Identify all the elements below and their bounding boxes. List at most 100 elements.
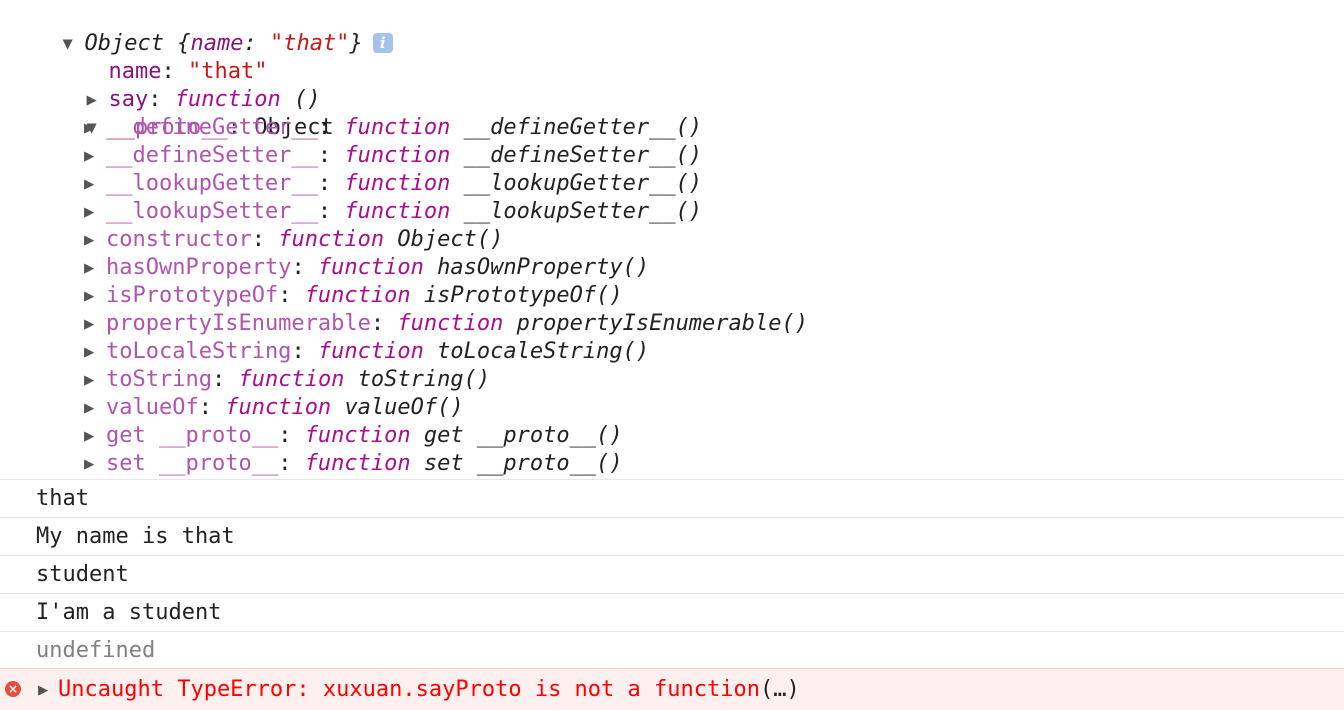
proto-entry-row[interactable]: ▶ valueOf: function valueOf() <box>84 394 464 422</box>
collapse-triangle-icon[interactable]: ▶ <box>84 142 106 170</box>
log-text: I'am a student <box>36 600 222 625</box>
function-signature: set __proto__() <box>423 451 623 476</box>
function-keyword: function <box>397 311 504 336</box>
collapse-triangle-icon[interactable]: ▶ <box>84 114 106 142</box>
function-keyword: function <box>317 339 424 364</box>
proto-entry-separator: : <box>198 395 226 420</box>
collapse-triangle-icon[interactable]: ▶ <box>84 310 106 338</box>
proto-entry-row[interactable]: ▶ hasOwnProperty: function hasOwnProperty… <box>84 254 649 282</box>
console-log-line: undefined <box>0 631 1344 669</box>
console-log-line: student <box>0 555 1344 593</box>
proto-node[interactable]: ▼ __proto__: Object <box>60 86 334 140</box>
proto-entry-separator: : <box>251 227 279 252</box>
collapse-triangle-icon[interactable]: ▶ <box>84 366 106 394</box>
function-keyword: function <box>225 395 332 420</box>
function-keyword: function <box>304 423 411 448</box>
error-message: Uncaught TypeError: xuxuan.sayProto is n… <box>58 677 760 702</box>
proto-entry-row[interactable]: ▶ get __proto__: function get __proto__() <box>84 422 623 450</box>
proto-entry-key: get __proto__ <box>106 423 279 448</box>
proto-entry-separator: : <box>278 283 305 308</box>
object-header-suffix: } <box>349 31 363 56</box>
function-keyword: function <box>344 115 451 140</box>
function-signature: __defineGetter__() <box>463 115 703 140</box>
proto-entry-separator: : <box>291 339 318 364</box>
proto-entry-key: toLocaleString <box>106 339 292 364</box>
proto-entry-key: __defineSetter__ <box>106 143 318 168</box>
collapse-triangle-icon[interactable]: ▶ <box>84 282 106 310</box>
error-stack-toggle[interactable]: (…) <box>760 677 800 702</box>
proto-entry-key: constructor <box>106 227 252 252</box>
proto-entry-key: toString <box>106 367 212 392</box>
proto-entry-key: hasOwnProperty <box>106 255 292 280</box>
function-keyword: function <box>317 255 424 280</box>
function-signature: isPrototypeOf() <box>423 283 623 308</box>
proto-entry-separator: : <box>317 143 345 168</box>
proto-entry-row[interactable]: ▶ isPrototypeOf: function isPrototypeOf() <box>84 282 623 310</box>
proto-entry-row[interactable]: ▶ __defineGetter__: function __defineGett… <box>84 114 702 142</box>
proto-entry-separator: : <box>278 423 305 448</box>
console-log-line: that <box>0 479 1344 517</box>
log-text-undefined: undefined <box>36 638 156 663</box>
function-signature: __lookupGetter__() <box>463 171 703 196</box>
error-message-group: Uncaught TypeError: xuxuan.sayProto is n… <box>58 669 800 710</box>
collapse-triangle-icon[interactable]: ▶ <box>84 450 106 478</box>
proto-entry-row[interactable]: ▶ __defineSetter__: function __defineSett… <box>84 142 702 170</box>
log-text: that <box>36 486 89 511</box>
collapse-triangle-icon[interactable]: ▶ <box>84 198 106 226</box>
function-signature: hasOwnProperty() <box>437 255 650 280</box>
function-keyword: function <box>344 199 451 224</box>
function-keyword: function <box>278 227 385 252</box>
function-keyword: function <box>304 451 411 476</box>
function-signature: toString() <box>357 367 491 392</box>
proto-entry-separator: : <box>211 367 239 392</box>
proto-entry-key: __lookupGetter__ <box>106 171 318 196</box>
function-signature: valueOf() <box>344 395 464 420</box>
function-signature: propertyIsEnumerable() <box>516 311 809 336</box>
error-icon: × <box>5 681 21 697</box>
log-text: My name is that <box>36 524 235 549</box>
collapse-triangle-icon[interactable]: ▶ <box>84 338 106 366</box>
function-keyword: function <box>238 367 345 392</box>
proto-entry-row[interactable]: ▶ __lookupSetter__: function __lookupSett… <box>84 198 702 226</box>
proto-entry-key: set __proto__ <box>106 451 279 476</box>
collapse-triangle-icon[interactable]: ▶ <box>84 170 106 198</box>
proto-entry-key: isPrototypeOf <box>106 283 279 308</box>
collapse-triangle-icon[interactable]: ▶ <box>84 254 106 282</box>
proto-entry-row[interactable]: ▶ constructor: function Object() <box>84 226 503 254</box>
collapse-triangle-icon[interactable]: ▶ <box>84 422 106 450</box>
function-signature: __defineSetter__() <box>463 143 703 168</box>
proto-entry-key: __defineGetter__ <box>106 115 318 140</box>
function-signature: get __proto__() <box>423 423 623 448</box>
proto-entry-row[interactable]: ▶ propertyIsEnumerable: function property… <box>84 310 808 338</box>
function-signature: toLocaleString() <box>437 339 650 364</box>
object-header[interactable]: ▼ Object {name: "that"} i <box>36 2 393 56</box>
function-keyword: function <box>344 171 451 196</box>
function-keyword: function <box>344 143 451 168</box>
collapse-triangle-icon[interactable]: ▶ <box>84 394 106 422</box>
proto-entry-separator: : <box>317 115 345 140</box>
console-log-line: My name is that <box>0 517 1344 555</box>
proto-entry-separator: : <box>317 171 345 196</box>
property-row-say[interactable]: ▶ say: function () <box>60 58 321 112</box>
function-signature: Object() <box>397 227 504 252</box>
proto-entry-separator: : <box>370 311 398 336</box>
proto-entry-separator: : <box>278 451 305 476</box>
proto-entry-row[interactable]: ▶ set __proto__: function set __proto__() <box>84 450 623 478</box>
proto-entry-separator: : <box>317 199 345 224</box>
proto-entry-row[interactable]: ▶ __lookupGetter__: function __lookupGett… <box>84 170 702 198</box>
function-keyword: function <box>304 283 411 308</box>
proto-entry-key: __lookupSetter__ <box>106 199 318 224</box>
log-text: student <box>36 562 129 587</box>
collapse-triangle-icon[interactable]: ▶ <box>84 226 106 254</box>
console-log-line: I'am a student <box>0 593 1344 631</box>
info-icon[interactable]: i <box>372 33 393 53</box>
proto-entry-separator: : <box>291 255 318 280</box>
property-row-name: name: "that" <box>82 30 268 84</box>
object-header-value: "that" <box>269 31 350 56</box>
proto-entry-key: valueOf <box>106 395 199 420</box>
proto-entry-row[interactable]: ▶ toLocaleString: function toLocaleString… <box>84 338 649 366</box>
console-error-line[interactable]: × ▶ Uncaught TypeError: xuxuan.sayProto … <box>0 668 1344 710</box>
expand-error-triangle-icon[interactable]: ▶ <box>38 669 48 710</box>
proto-entry-row[interactable]: ▶ toString: function toString() <box>84 366 490 394</box>
proto-entry-key: propertyIsEnumerable <box>106 311 371 336</box>
